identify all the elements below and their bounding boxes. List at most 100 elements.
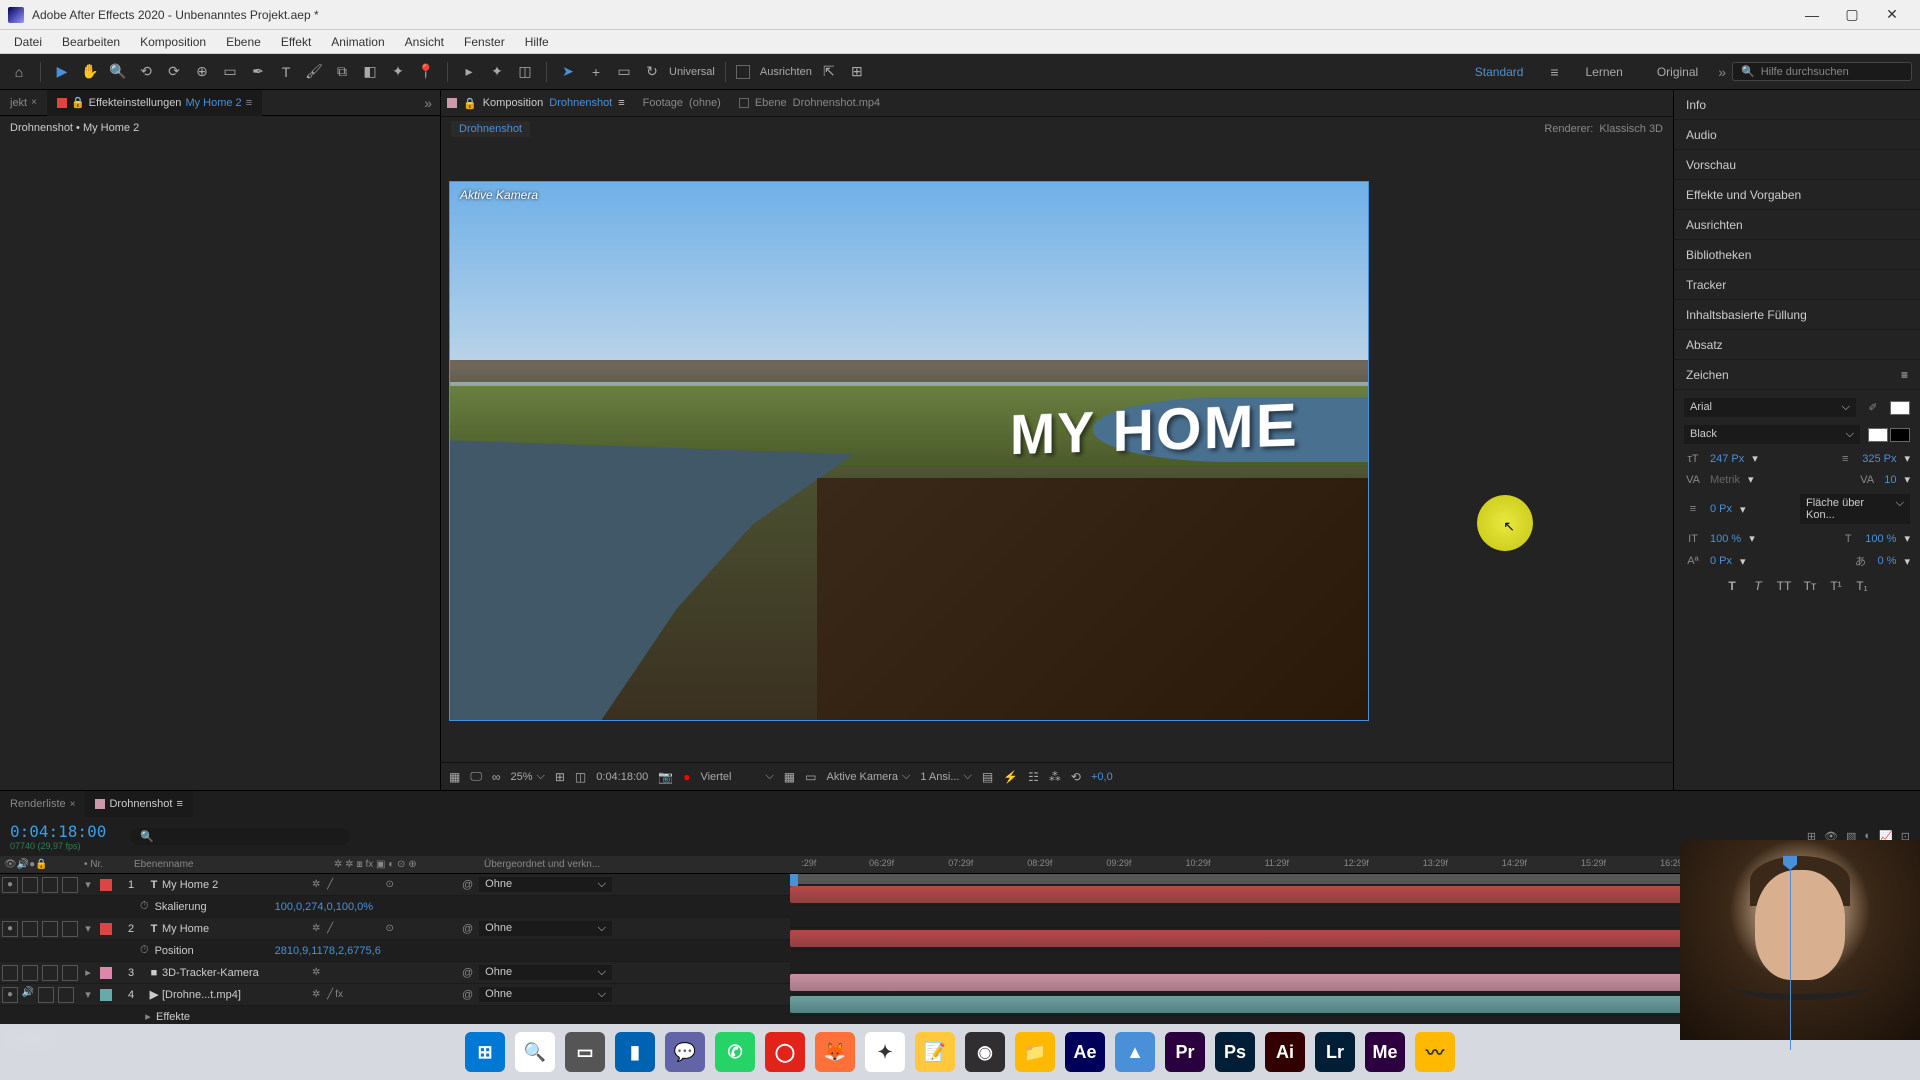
app-lr-icon[interactable]: Lr (1315, 1032, 1355, 1072)
panel-zeichen[interactable]: Zeichen≡ (1674, 360, 1920, 390)
app-obs-icon[interactable]: ◉ (965, 1032, 1005, 1072)
res-toggle-icon[interactable]: ⊞ (555, 770, 565, 784)
app-figma-icon[interactable]: ✦ (865, 1032, 905, 1072)
snapping-checkbox[interactable] (736, 65, 750, 79)
workspace-menu-icon[interactable]: ≡ (1543, 61, 1565, 83)
text-tool-icon[interactable]: T (275, 61, 297, 83)
roi-icon[interactable]: ◫ (575, 770, 586, 784)
tab-renderliste[interactable]: Renderliste× (0, 791, 85, 817)
layer-row[interactable]: ▾ 2 T My Home ✲ ╱ ⊙ @Ohne⌵ (0, 918, 790, 940)
audio-toggle[interactable]: 🔊 (20, 987, 36, 1003)
alpha-toggle-icon[interactable]: ▦ (449, 770, 460, 784)
rotate-tool-icon[interactable]: ⟳ (163, 61, 185, 83)
workspace-lernen[interactable]: Lernen (1571, 65, 1636, 79)
app-me-icon[interactable]: Me (1365, 1032, 1405, 1072)
layer-row[interactable]: ▾ 1 T My Home 2 ✲ ╱ ⊙ @Ohne⌵ (0, 874, 790, 896)
parent-dropdown[interactable]: Ohne⌵ (479, 987, 612, 1002)
visibility-toggle[interactable] (2, 987, 18, 1003)
resolution-dropdown[interactable]: Viertel⌵ (700, 770, 773, 783)
stopwatch-icon[interactable]: ⏱ (140, 944, 149, 957)
vscale-input[interactable]: 100 % (1710, 533, 1741, 545)
eyedropper-icon[interactable]: ✐ (1864, 401, 1882, 414)
font-weight-dropdown[interactable]: Black⌵ (1684, 425, 1860, 444)
font-size-input[interactable]: 247 Px (1710, 453, 1744, 465)
menu-ansicht[interactable]: Ansicht (395, 35, 454, 49)
comp-breadcrumb[interactable]: Drohnenshot (451, 121, 530, 137)
minimize-button[interactable]: — (1792, 0, 1832, 30)
fast-preview-icon[interactable]: ⚡ (1003, 770, 1018, 784)
flowchart-icon[interactable]: ⁂ (1049, 770, 1061, 784)
renderer-dropdown[interactable]: Klassisch 3D (1599, 123, 1663, 135)
panel-inhaltsbasierte[interactable]: Inhaltsbasierte Füllung (1674, 300, 1920, 330)
selection-tool-icon[interactable]: ▶ (51, 61, 73, 83)
property-row[interactable]: ⏱ Position 2810,9,1178,2,6775,6 (0, 940, 790, 962)
app-teams-icon[interactable]: 💬 (665, 1032, 705, 1072)
parent-pickwhip-icon[interactable]: @ (462, 989, 473, 1001)
menu-komposition[interactable]: Komposition (130, 35, 216, 49)
menu-bearbeiten[interactable]: Bearbeiten (52, 35, 130, 49)
leading-input[interactable]: 325 Px (1862, 453, 1896, 465)
view-axis-icon[interactable]: ◫ (514, 61, 536, 83)
eye-col-icon[interactable]: 👁 (4, 859, 17, 870)
snap-grid-icon[interactable]: ⊞ (846, 61, 868, 83)
kerning-dropdown[interactable]: Metrik (1710, 474, 1740, 486)
tab-footage[interactable]: Footage (ohne) (643, 97, 721, 109)
bg-swatch[interactable] (1890, 428, 1910, 442)
views-count-dropdown[interactable]: 1 Ansi...⌵ (920, 770, 971, 783)
menu-ebene[interactable]: Ebene (216, 35, 271, 49)
snapshot-icon[interactable]: 📷 (658, 770, 673, 784)
app-brave-icon[interactable]: ◯ (765, 1032, 805, 1072)
smallcaps-icon[interactable]: Tᴛ (1800, 577, 1820, 595)
refresh-icon[interactable]: ↻ (641, 61, 663, 83)
label-color-icon[interactable] (100, 879, 112, 891)
local-axis-icon[interactable]: ▸ (458, 61, 480, 83)
maximize-button[interactable]: ▢ (1832, 0, 1872, 30)
anchor-tool-icon[interactable]: ⊕ (191, 61, 213, 83)
timeline-search-input[interactable]: 🔍 (130, 828, 350, 845)
parent-dropdown[interactable]: Ohne⌵ (479, 877, 612, 892)
parent-dropdown[interactable]: Ohne⌵ (479, 965, 612, 980)
menu-datei[interactable]: Datei (4, 35, 52, 49)
app-vb-icon[interactable]: ▮ (615, 1032, 655, 1072)
baseline-input[interactable]: 0 Px (1710, 555, 1732, 567)
tab-composition[interactable]: 🔒 Komposition Drohnenshot ≡ (447, 97, 625, 110)
visibility-toggle[interactable] (2, 877, 18, 893)
expand-icon[interactable]: ▾ (80, 988, 96, 1001)
hscale-input[interactable]: 100 % (1865, 533, 1896, 545)
menu-fenster[interactable]: Fenster (454, 35, 515, 49)
menu-effekt[interactable]: Effekt (271, 35, 321, 49)
tab-timeline-comp[interactable]: Drohnenshot ≡ (85, 791, 192, 817)
panel-vorschau[interactable]: Vorschau (1674, 150, 1920, 180)
snap-opt-icon[interactable]: ⇱ (818, 61, 840, 83)
monitor-icon[interactable]: 🖵 (470, 769, 482, 784)
property-value[interactable]: 2810,9,1178,2,6775,6 (275, 945, 381, 957)
viewer-timecode[interactable]: 0:04:18:00 (596, 771, 648, 783)
roto-tool-icon[interactable]: ✦ (387, 61, 409, 83)
eraser-tool-icon[interactable]: ◧ (359, 61, 381, 83)
brush-tool-icon[interactable]: 🖌 (303, 61, 325, 83)
panel-effekte-vorgaben[interactable]: Effekte und Vorgaben (1674, 180, 1920, 210)
add-icon[interactable]: + (585, 61, 607, 83)
close-button[interactable]: ✕ (1872, 0, 1912, 30)
expand-icon[interactable]: ▾ (80, 922, 96, 935)
puppet-tool-icon[interactable]: 📍 (415, 61, 437, 83)
layer-row[interactable]: ▸ 3 ■ 3D-Tracker-Kamera ✲ @Ohne⌵ (0, 962, 790, 984)
panel-menu-icon[interactable]: ≡ (246, 97, 252, 109)
app-bl-icon[interactable]: ▲ (1115, 1032, 1155, 1072)
app-notes-icon[interactable]: 📝 (915, 1032, 955, 1072)
lock-col-icon[interactable]: 🔒 (35, 859, 47, 870)
search-taskbar-icon[interactable]: 🔍 (515, 1032, 555, 1072)
tab-overflow-icon[interactable]: » (416, 95, 440, 111)
visibility-toggle[interactable] (2, 921, 18, 937)
stroke-width-input[interactable]: 0 Px (1710, 503, 1732, 515)
stamp-tool-icon[interactable]: ⧉ (331, 61, 353, 83)
menu-hilfe[interactable]: Hilfe (515, 35, 559, 49)
app-firefox-icon[interactable]: 🦊 (815, 1032, 855, 1072)
zoom-tool-icon[interactable]: 🔍 (107, 61, 129, 83)
menu-animation[interactable]: Animation (321, 35, 394, 49)
pixel-aspect-icon[interactable]: ▤ (982, 770, 993, 784)
fill-color-swatch[interactable] (1890, 401, 1910, 415)
expand-icon[interactable]: ▸ (80, 966, 96, 979)
parent-pickwhip-icon[interactable]: @ (462, 967, 473, 979)
speaker-col-icon[interactable]: 🔊 (17, 859, 29, 870)
